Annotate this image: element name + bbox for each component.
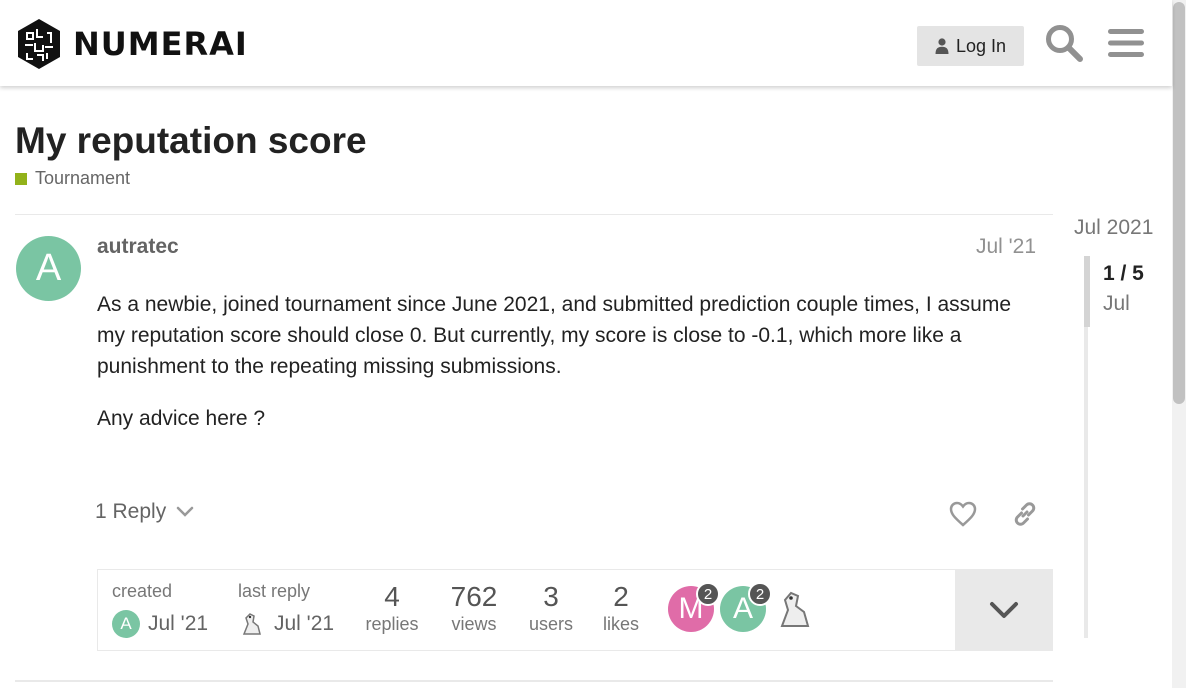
like-button[interactable] bbox=[946, 497, 980, 531]
heart-icon bbox=[949, 501, 977, 527]
category-label: Tournament bbox=[35, 168, 131, 188]
category-color-box bbox=[15, 172, 27, 185]
page-scrollbar[interactable] bbox=[1172, 0, 1186, 688]
avatar: A bbox=[112, 610, 140, 638]
views-stat: 762 views bbox=[441, 582, 507, 635]
timeline-current-date: Jul bbox=[1103, 292, 1130, 315]
post-count-badge: 2 bbox=[748, 582, 772, 606]
post-body: As a newbie, joined tournament since Jun… bbox=[97, 289, 1037, 455]
stat-number: 4 bbox=[384, 581, 400, 612]
created-date: Jul '21 bbox=[148, 612, 209, 635]
last-reply-info[interactable]: Jul '21 bbox=[238, 610, 334, 638]
stat-label: views bbox=[451, 614, 497, 634]
divider bbox=[15, 680, 1053, 682]
users-stat: 3 users bbox=[518, 582, 584, 635]
topic-title[interactable]: My reputation score bbox=[15, 120, 367, 162]
post-count-badge: 2 bbox=[696, 582, 720, 606]
timeline-start-date[interactable]: Jul 2021 bbox=[1074, 216, 1153, 240]
show-replies-button[interactable]: 1 Reply bbox=[95, 500, 194, 524]
replies-stat: 4 replies bbox=[359, 582, 425, 635]
last-reply-date: Jul '21 bbox=[274, 612, 335, 635]
link-icon bbox=[1014, 502, 1036, 526]
stat-label: users bbox=[528, 614, 573, 634]
timeline-position: 1 / 5 bbox=[1103, 262, 1144, 285]
hamburger-menu-icon bbox=[1108, 29, 1144, 57]
participant-avatar[interactable] bbox=[772, 586, 818, 632]
user-icon bbox=[935, 38, 949, 54]
participant-avatar[interactable]: M 2 bbox=[668, 582, 720, 632]
created-label: created bbox=[112, 581, 173, 601]
post-username[interactable]: autratec bbox=[97, 235, 179, 259]
replies-count-label: 1 Reply bbox=[95, 500, 167, 523]
scrollbar-thumb[interactable] bbox=[1173, 2, 1185, 404]
chevron-down-icon bbox=[989, 602, 1018, 618]
chevron-down-icon bbox=[176, 506, 194, 517]
expand-topic-map-button[interactable] bbox=[955, 570, 1052, 650]
last-reply-label: last reply bbox=[238, 581, 311, 601]
numerai-logo-mark-icon bbox=[18, 19, 60, 69]
topic-map: created A Jul '21 last reply Jul '21 4 r… bbox=[97, 569, 1053, 651]
login-button[interactable]: Log In bbox=[917, 26, 1024, 66]
mascot-avatar-icon bbox=[780, 591, 810, 627]
mascot-avatar-icon bbox=[242, 613, 261, 635]
created-info[interactable]: A Jul '21 bbox=[112, 610, 208, 638]
search-icon bbox=[1046, 25, 1083, 62]
post-date[interactable]: Jul '21 bbox=[976, 235, 1036, 259]
share-link-button[interactable] bbox=[1008, 497, 1042, 531]
likes-stat: 2 likes bbox=[588, 582, 654, 635]
numerai-logo[interactable]: NUMERAI bbox=[15, 17, 248, 71]
divider bbox=[15, 214, 1053, 215]
category-badge[interactable]: Tournament bbox=[15, 168, 130, 189]
avatar[interactable]: A bbox=[16, 236, 81, 301]
login-label: Log In bbox=[955, 35, 1007, 56]
timeline-handle[interactable] bbox=[1084, 256, 1090, 327]
stat-label: replies bbox=[365, 614, 419, 634]
participant-avatar[interactable]: A 2 bbox=[720, 582, 772, 632]
stat-label: likes bbox=[602, 614, 639, 634]
post-paragraph: As a newbie, joined tournament since Jun… bbox=[97, 293, 1012, 378]
avatar-letter: A bbox=[35, 247, 62, 289]
logo-text: NUMERAI bbox=[73, 25, 248, 63]
site-header: NUMERAI Log In bbox=[0, 0, 1172, 86]
stat-number: 762 bbox=[450, 581, 498, 612]
post-paragraph: Any advice here ? bbox=[97, 407, 266, 430]
menu-button[interactable] bbox=[1104, 20, 1148, 66]
search-button[interactable] bbox=[1042, 20, 1086, 66]
stat-number: 3 bbox=[543, 581, 559, 612]
stat-number: 2 bbox=[613, 581, 629, 612]
